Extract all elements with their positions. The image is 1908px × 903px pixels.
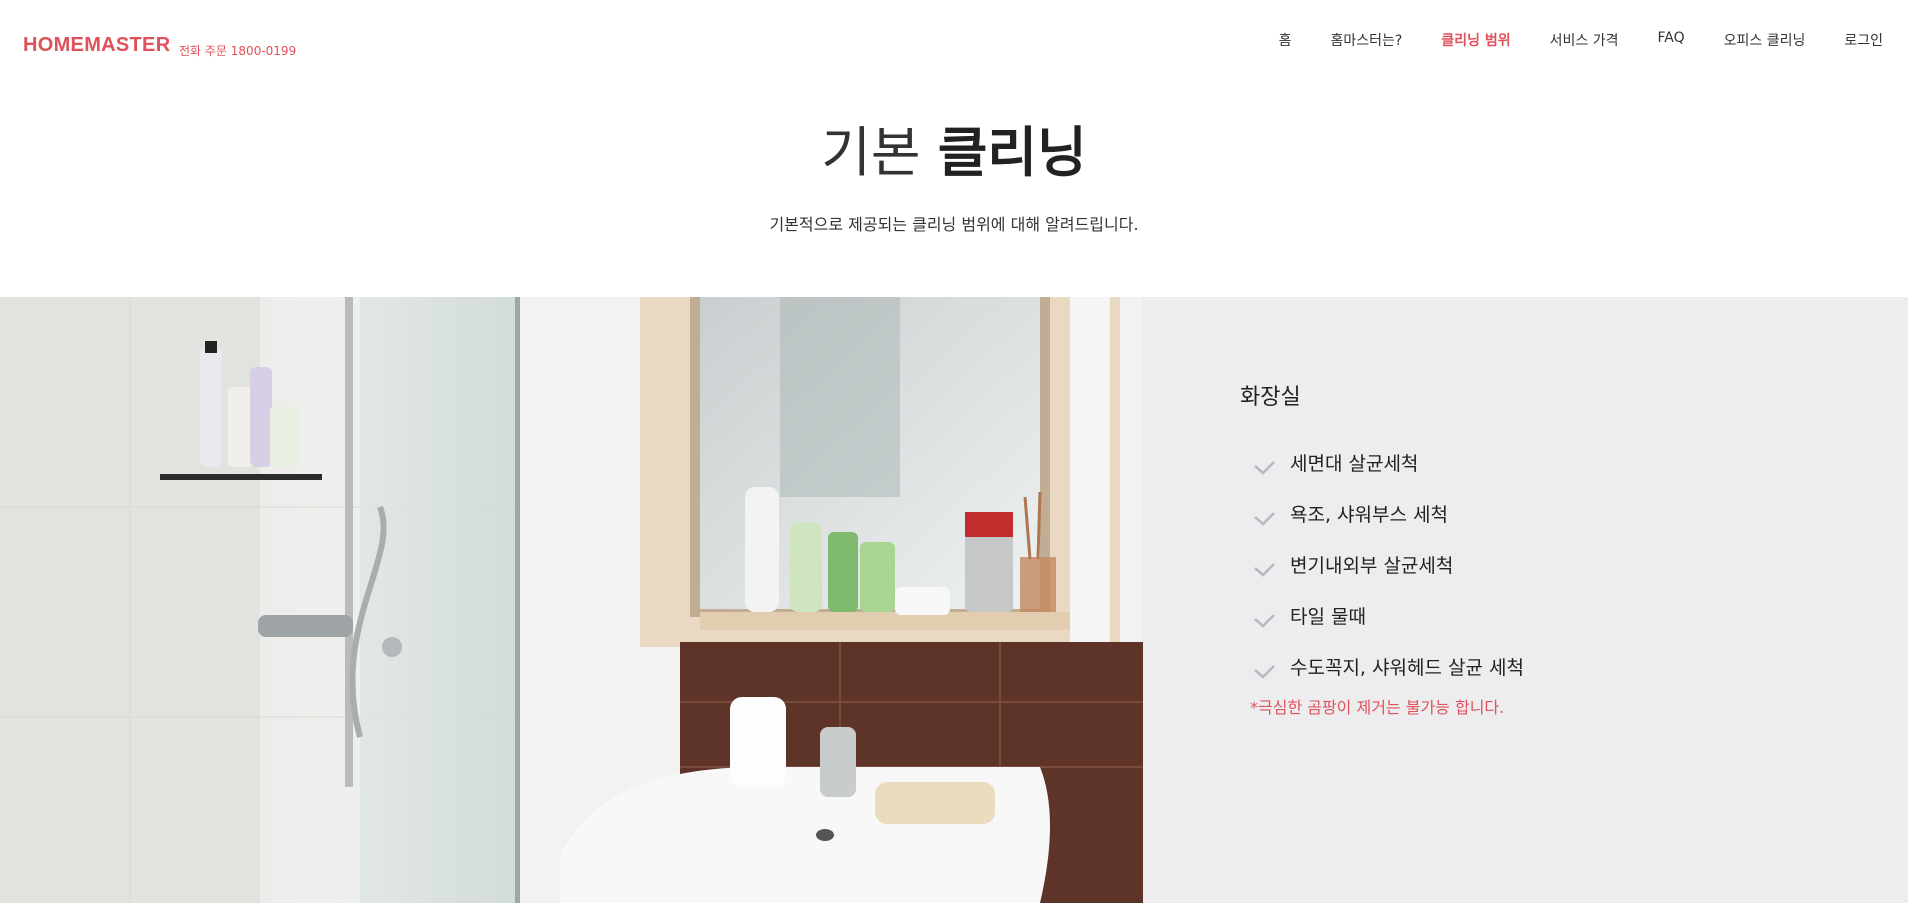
nav-about[interactable]: 홈마스터는? [1331, 30, 1403, 50]
cleaning-list: 세면대 살균세척 욕조, 샤워부스 세척 변기내외부 살균세척 타일 물때 수도… [1250, 437, 1524, 692]
list-item-label: 세면대 살균세척 [1290, 453, 1419, 475]
check-icon [1254, 562, 1275, 577]
list-item-label: 수도꼭지, 샤워헤드 살균 세척 [1290, 657, 1524, 679]
list-item: 세면대 살균세척 [1250, 437, 1524, 488]
list-item: 타일 물때 [1250, 590, 1524, 641]
bathroom-illustration [0, 297, 1143, 903]
nav-cleaning-scope[interactable]: 클리닝 범위 [1441, 30, 1510, 50]
phone-order: 전화 주문 1800-0199 [179, 44, 297, 58]
page-title: 기본 클리닝 [0, 118, 1908, 188]
check-icon [1254, 613, 1275, 628]
check-icon [1254, 460, 1275, 475]
mold-notice: *극심한 곰팡이 제거는 불가능 합니다. [1250, 698, 1505, 717]
cleaning-scope-panel: 화장실 세면대 살균세척 욕조, 샤워부스 세척 변기내외부 살균세척 타일 물… [1143, 297, 1908, 903]
nav-pricing[interactable]: 서비스 가격 [1550, 30, 1619, 50]
title-light: 기본 [821, 121, 921, 184]
section-title: 화장실 [1240, 385, 1301, 410]
list-item-label: 타일 물때 [1290, 606, 1366, 628]
main-nav: 홈 홈마스터는? 클리닝 범위 서비스 가격 FAQ 오피스 클리닝 로그인 [1240, 30, 1883, 50]
site-header: HOMEMASTER 전화 주문 1800-0199 홈 홈마스터는? 클리닝 … [0, 0, 1908, 90]
nav-login[interactable]: 로그인 [1844, 30, 1883, 50]
check-icon [1254, 664, 1275, 679]
list-item: 변기내외부 살균세척 [1250, 539, 1524, 590]
list-item: 수도꼭지, 샤워헤드 살균 세척 [1250, 641, 1524, 692]
list-item-label: 욕조, 샤워부스 세척 [1290, 504, 1448, 526]
page-subtitle: 기본적으로 제공되는 클리닝 범위에 대해 알려드립니다. [769, 215, 1139, 234]
nav-home[interactable]: 홈 [1279, 30, 1292, 50]
list-item: 욕조, 샤워부스 세척 [1250, 488, 1524, 539]
list-item-label: 변기내외부 살균세척 [1290, 555, 1454, 577]
bathroom-photo [0, 297, 1143, 903]
check-icon [1254, 511, 1275, 526]
nav-faq[interactable]: FAQ [1658, 30, 1685, 50]
title-bold: 클리닝 [937, 121, 1087, 184]
logo[interactable]: HOMEMASTER [23, 34, 170, 57]
nav-office-cleaning[interactable]: 오피스 클리닝 [1724, 30, 1806, 50]
